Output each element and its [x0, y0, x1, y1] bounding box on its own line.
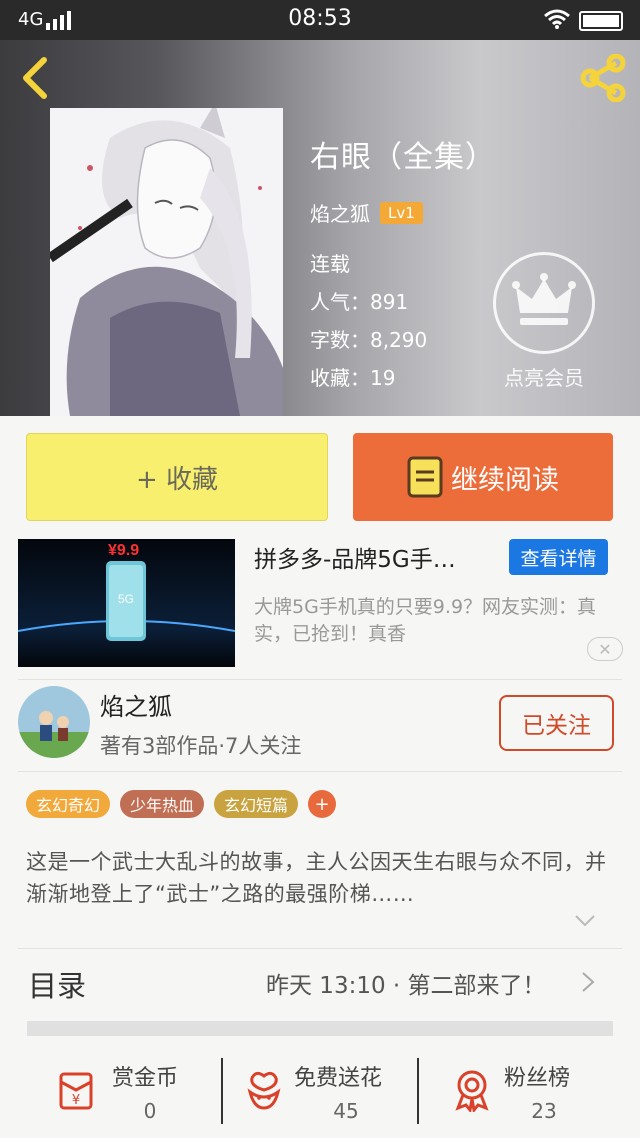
stat-label: 免费送花: [294, 1066, 383, 1091]
reward-coins-stat[interactable]: ¥ 赏金币 0: [58, 1056, 208, 1128]
chevron-right-icon[interactable]: [581, 971, 595, 993]
avatar[interactable]: [18, 686, 90, 758]
author-row: 焰之狐 Lv1: [310, 198, 496, 227]
add-tag-button[interactable]: +: [308, 790, 337, 818]
reward-envelope-icon: ¥: [59, 1072, 93, 1110]
book-description: 这是一个武士大乱斗的故事，主人公因天生右眼与众不同，并渐渐地登上了“武士”之路的…: [26, 850, 607, 906]
tag-item[interactable]: 少年热血: [120, 790, 205, 818]
svg-text:¥9.9: ¥9.9: [108, 542, 139, 559]
toc-label[interactable]: 目录: [28, 963, 86, 1005]
author-level-badge: Lv1: [380, 201, 423, 224]
book-title: 右眼（全集）: [310, 140, 496, 175]
tag-item[interactable]: 玄幻短篇: [214, 790, 299, 818]
book-word-count: 字数：8,290: [310, 328, 428, 352]
book-info: 右眼（全集） 焰之狐 Lv1 连载 人气：891 字数：8,290 收藏：19: [310, 132, 496, 397]
wifi-icon: [544, 9, 570, 29]
divider: [417, 1058, 419, 1124]
divider: [18, 679, 622, 680]
vip-label[interactable]: 点亮会员: [480, 362, 608, 391]
stat-value: 23: [531, 1099, 557, 1123]
latest-chapter[interactable]: 昨天 13:10 · 第二部来了！: [266, 966, 546, 1000]
ad-title[interactable]: 拼多多-品牌5G手…: [254, 540, 494, 574]
book-icon: [407, 456, 443, 498]
chevron-down-icon[interactable]: [574, 914, 596, 928]
stat-label: 粉丝榜: [504, 1066, 571, 1091]
status-bar: 4G 08:53: [0, 0, 640, 40]
ad-image[interactable]: 5G ¥9.9: [18, 539, 235, 667]
book-cover[interactable]: [50, 108, 283, 416]
add-favorite-button[interactable]: + 收藏: [26, 433, 328, 521]
book-status: 连载: [310, 252, 350, 276]
svg-text:¥: ¥: [72, 1093, 80, 1108]
flower-icon: [247, 1071, 281, 1110]
book-popularity: 人气：891: [310, 290, 409, 314]
svg-text:5G: 5G: [118, 592, 134, 606]
battery-icon: [579, 11, 623, 31]
continue-reading-label: 继续阅读: [451, 464, 559, 496]
book-header: 右眼（全集） 焰之狐 Lv1 连载 人气：891 字数：8,290 收藏：19 …: [0, 40, 640, 416]
continue-reading-button[interactable]: 继续阅读: [353, 433, 613, 521]
stat-value: 45: [333, 1099, 359, 1123]
divider: [18, 948, 622, 949]
section-bar: [27, 1021, 613, 1036]
ad-description[interactable]: 大牌5G手机真的只要9.9？网友实测：真实，已抢到！真香: [254, 594, 614, 648]
book-author[interactable]: 焰之狐: [310, 198, 370, 227]
vip-crown-button[interactable]: [493, 252, 595, 354]
fan-ranking-stat[interactable]: 粉丝榜 23: [452, 1056, 602, 1128]
free-flower-stat[interactable]: 免费送花 45: [244, 1056, 414, 1128]
book-favorites: 收藏：19: [310, 366, 396, 390]
back-arrow-icon[interactable]: [16, 56, 56, 100]
ad-detail-button[interactable]: 查看详情: [509, 539, 608, 575]
divider: [18, 771, 622, 772]
share-icon[interactable]: [578, 54, 628, 102]
stat-value: 0: [143, 1099, 157, 1123]
stat-label: 赏金币: [112, 1066, 179, 1091]
medal-icon: [455, 1070, 489, 1112]
author-stats: 著有3部作品·7人关注: [100, 734, 302, 758]
book-meta: 连载 人气：891 字数：8,290 收藏：19: [310, 245, 496, 397]
ad-close-button[interactable]: ✕: [587, 637, 623, 661]
tag-list: 玄幻奇幻 少年热血 玄幻短篇 +: [26, 790, 337, 818]
follow-button[interactable]: 已关注: [499, 695, 614, 751]
tag-item[interactable]: 玄幻奇幻: [26, 790, 111, 818]
crown-icon: [512, 273, 576, 325]
divider: [221, 1058, 223, 1124]
author-name[interactable]: 焰之狐: [100, 687, 172, 722]
